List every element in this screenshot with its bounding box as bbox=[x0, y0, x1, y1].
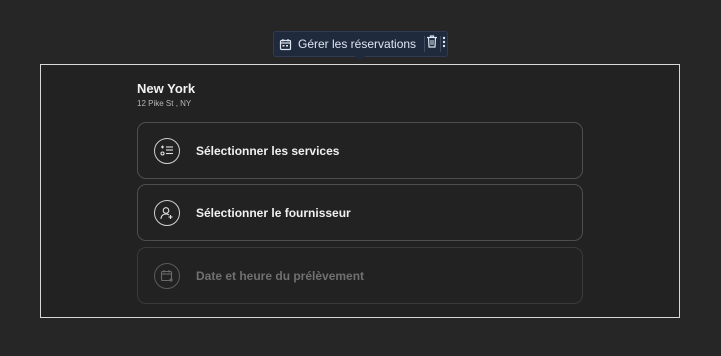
step-label: Sélectionner les services bbox=[196, 143, 340, 158]
manage-reservations-toolbar: Gérer les réservations bbox=[273, 31, 448, 57]
service-list-icon bbox=[154, 137, 180, 164]
select-services-button[interactable]: Sélectionner les services bbox=[137, 122, 583, 179]
toolbar-label: Gérer les réservations bbox=[298, 37, 417, 51]
location-name: New York bbox=[137, 81, 196, 96]
location-address: 12 Pike St , NY bbox=[137, 99, 192, 108]
pickup-datetime-button: Date et heure du prélèvement bbox=[137, 247, 583, 304]
user-add-icon bbox=[154, 199, 180, 226]
toolbar-pointer bbox=[355, 56, 365, 61]
trash-icon bbox=[426, 35, 438, 53]
delete-button[interactable] bbox=[425, 32, 440, 56]
booking-widget-frame[interactable]: New York 12 Pike St , NY Sélectionner le… bbox=[40, 64, 680, 318]
manage-reservations-button[interactable]: Gérer les réservations bbox=[274, 32, 424, 56]
step-label: Sélectionner le fournisseur bbox=[196, 205, 351, 220]
step-label: Date et heure du prélèvement bbox=[196, 268, 365, 283]
calendar-add-icon bbox=[154, 262, 180, 289]
more-options-button[interactable] bbox=[440, 32, 447, 56]
more-vertical-icon bbox=[442, 35, 446, 53]
calendar-icon bbox=[279, 38, 292, 51]
select-provider-button[interactable]: Sélectionner le fournisseur bbox=[137, 184, 583, 241]
